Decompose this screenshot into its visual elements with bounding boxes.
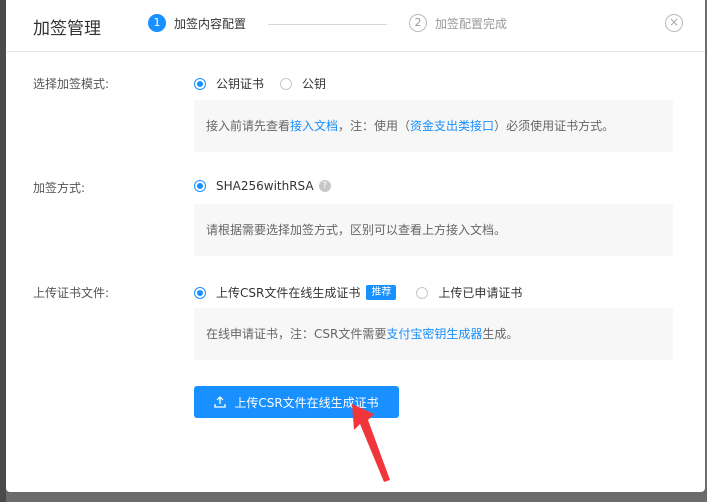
step-connector-line [268, 24, 387, 25]
method-info-box: 请根据需要选择加签方式，区别可以查看上方接入文档。 [194, 204, 673, 256]
radio-public-key-label[interactable]: 公钥 [302, 75, 326, 92]
upload-note-text-2: 生成。 [482, 327, 519, 341]
mode-note-text-2: ，注：使用（ [338, 119, 411, 133]
step-1-number: 1 [148, 14, 166, 32]
method-note-text: 请根据需要选择加签方式，区别可以查看上方接入文档。 [206, 223, 507, 237]
radio-public-key[interactable] [280, 77, 293, 90]
step-2-label: 加签配置完成 [435, 16, 508, 31]
mode-label: 选择加签模式: [33, 77, 110, 91]
close-icon[interactable]: × [665, 14, 683, 32]
radio-sha256withrsa[interactable] [194, 180, 206, 192]
mode-note-text-3: ）必须使用证书方式。 [494, 119, 615, 133]
access-doc-link[interactable]: 接入文档 [290, 119, 338, 133]
upload-info-box: 在线申请证书，注：CSR文件需要支付宝密钥生成器生成。 [194, 308, 673, 360]
mode-radio-group: 公钥证书 公钥 [194, 75, 326, 92]
upload-label: 上传证书文件: [33, 286, 110, 300]
annotation-arrow-icon [352, 404, 390, 482]
method-label: 加签方式: [33, 181, 86, 195]
key-generator-link[interactable]: 支付宝密钥生成器 [386, 327, 482, 341]
mode-info-box: 接入前请先查看接入文档，注：使用（资金支出类接口）必须使用证书方式。 [194, 100, 673, 152]
mode-note-text-1: 接入前请先查看 [206, 119, 291, 133]
step-2-number: 2 [409, 14, 427, 32]
radio-upload-existing-cert-label[interactable]: 上传已申请证书 [438, 284, 522, 301]
modal-title: 加签管理 [33, 19, 101, 39]
recommended-badge: 推荐 [366, 285, 397, 300]
method-radio-group: SHA256withRSA ? [194, 179, 331, 193]
radio-public-key-cert[interactable] [194, 77, 206, 90]
upload-icon [214, 396, 226, 408]
step-1: 1 加签内容配置 [148, 14, 246, 32]
help-icon[interactable]: ? [318, 180, 331, 192]
radio-upload-existing-cert[interactable] [416, 286, 429, 299]
step-1-label: 加签内容配置 [174, 16, 247, 31]
upload-note-text-1: 在线申请证书，注：CSR文件需要 [206, 327, 387, 341]
modal-header: 加签管理 1 加签内容配置 2 加签配置完成 × [6, 0, 705, 52]
radio-upload-csr-label[interactable]: 上传CSR文件在线生成证书 [216, 284, 360, 301]
upload-radio-group: 上传CSR文件在线生成证书 推荐 上传已申请证书 [194, 284, 522, 301]
radio-sha256withrsa-label[interactable]: SHA256withRSA [216, 179, 314, 193]
step-2: 2 加签配置完成 [409, 14, 507, 32]
radio-public-key-cert-label[interactable]: 公钥证书 [216, 75, 264, 92]
radio-upload-csr[interactable] [194, 286, 206, 299]
fund-payout-api-link[interactable]: 资金支出类接口 [410, 119, 494, 133]
